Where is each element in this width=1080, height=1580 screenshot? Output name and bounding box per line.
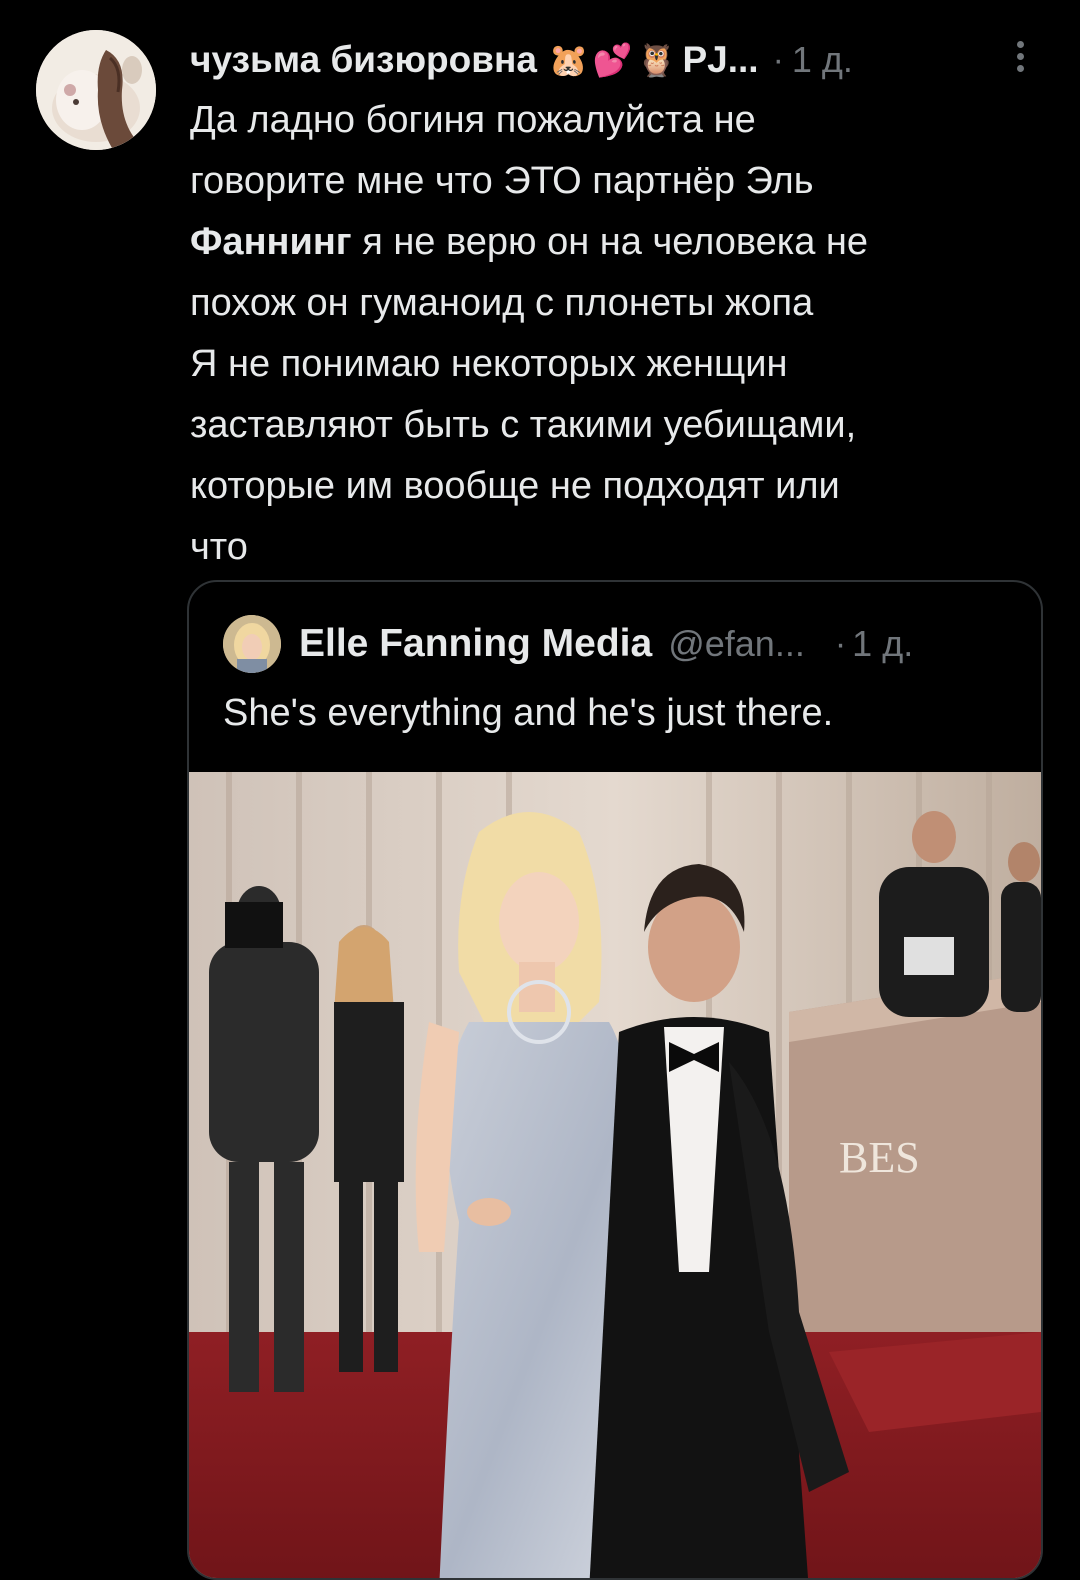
hamster-emoji-icon: 🐹 bbox=[548, 42, 589, 78]
post-text-bold-name: Фаннинг bbox=[190, 221, 352, 263]
red-carpet-photo: BES bbox=[189, 772, 1041, 1578]
reply-post: чузьма бизюровна 🐹 💕 🦉 PJ... · 1 д. Да л… bbox=[0, 0, 1080, 1580]
quoted-post-photo[interactable]: BES bbox=[189, 772, 1041, 1578]
post-text-line: похож он гуманоид с плонеты жопа bbox=[190, 282, 814, 324]
author-handle[interactable]: PJ... bbox=[682, 39, 758, 81]
name-emoji-badges: 🐹 💕 🦉 bbox=[549, 44, 677, 76]
hearts-emoji-icon: 💕 bbox=[592, 42, 633, 78]
post-text-line: Я не понимаю некоторых женщин bbox=[190, 343, 788, 385]
more-vertical-icon-dot bbox=[1016, 52, 1024, 60]
post-text: Да ладно богиня пожалуйста не говорите м… bbox=[190, 90, 1020, 578]
more-vertical-icon-dot bbox=[1016, 64, 1024, 72]
quoted-author-handle[interactable]: @efan... bbox=[668, 623, 805, 665]
author-name[interactable]: чузьма бизюровна bbox=[190, 39, 537, 81]
post-text-line: Фаннинг я не верю он на человека не bbox=[190, 212, 1020, 273]
quoted-post-text: She's everything and he's just there. bbox=[223, 692, 834, 734]
more-options-button[interactable] bbox=[1000, 34, 1040, 78]
separator-dot: · bbox=[834, 624, 847, 663]
quoted-post-card[interactable]: Elle Fanning Media @efan... · 1 д. She's… bbox=[187, 580, 1043, 1580]
post-text-line-rest: я не верю он на человека не bbox=[362, 221, 869, 263]
separator-dot: · bbox=[772, 40, 784, 79]
post-text-line: заставляют быть с такими уебищами, bbox=[190, 404, 857, 446]
more-vertical-icon bbox=[1016, 40, 1024, 48]
quoted-author-avatar[interactable] bbox=[223, 615, 281, 673]
quoted-avatar-image bbox=[223, 615, 281, 673]
hamster-avatar-image bbox=[36, 30, 156, 150]
post-text-line: что bbox=[190, 526, 248, 568]
quoted-post-time: 1 д. bbox=[852, 623, 914, 664]
post-time[interactable]: 1 д. bbox=[792, 39, 853, 81]
post-text-line: Да ладно богиня пожалуйста не bbox=[190, 99, 756, 141]
quoted-post-header: Elle Fanning Media @efan... · 1 д. bbox=[223, 612, 913, 676]
author-avatar[interactable] bbox=[36, 30, 156, 150]
post-text-line: которые им вообще не подходят или bbox=[190, 465, 840, 507]
media-sign-text: BES bbox=[839, 1133, 920, 1182]
post-text-line: говорите мне что ЭТО партнёр Эль bbox=[190, 160, 814, 202]
post-header: чузьма бизюровна 🐹 💕 🦉 PJ... · 1 д. bbox=[190, 34, 1020, 86]
owl-emoji-icon: 🦉 bbox=[636, 42, 677, 78]
quoted-author-name[interactable]: Elle Fanning Media bbox=[299, 622, 652, 666]
